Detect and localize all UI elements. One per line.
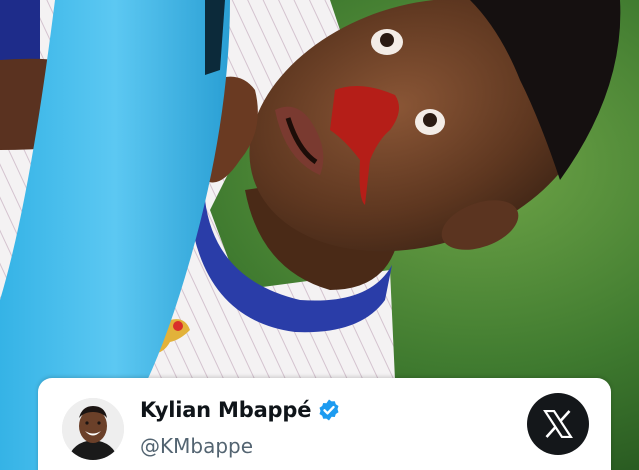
- x-glyph-icon: [543, 410, 573, 438]
- avatar-portrait-icon: [62, 398, 124, 460]
- author-handle[interactable]: @KMbappe: [140, 434, 253, 458]
- profile-avatar[interactable]: [62, 398, 124, 460]
- x-logo-icon[interactable]: [527, 393, 589, 455]
- verified-badge-icon: [319, 399, 339, 421]
- author-display-name[interactable]: Kylian Mbappé: [140, 398, 311, 422]
- author-name-row: Kylian Mbappé: [140, 398, 341, 422]
- tweet-author-card[interactable]: Kylian Mbappé @KMbappe: [38, 378, 611, 470]
- post-image-stage: Kylian Mbappé @KMbappe: [0, 0, 639, 470]
